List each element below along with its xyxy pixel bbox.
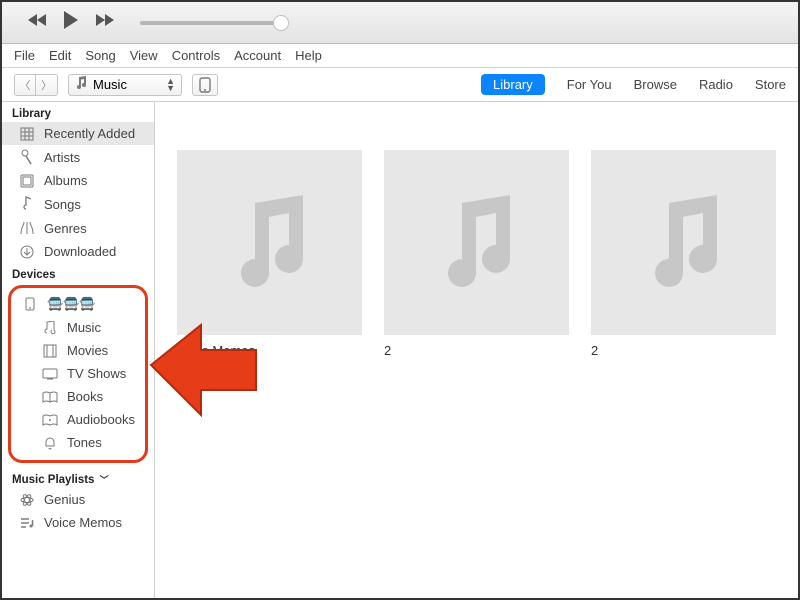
album-art-placeholder	[177, 150, 362, 335]
device-highlight: 🚍🚍🚍 Music Movies TV Shows Books Audioboo…	[8, 285, 148, 463]
film-icon	[41, 344, 59, 358]
tv-icon	[41, 368, 59, 380]
album-title: 2	[384, 343, 569, 358]
phone-icon	[199, 77, 211, 93]
sidebar: Library Recently Added Artists Albums So…	[2, 102, 155, 598]
tab-radio[interactable]: Radio	[699, 77, 733, 92]
sidebar-item-songs[interactable]: Songs	[2, 192, 154, 216]
album-card[interactable]: 2	[384, 150, 569, 550]
sidebar-item-label: Albums	[44, 173, 87, 188]
music-note-icon	[639, 193, 729, 293]
sidebar-section-library: Library	[2, 102, 154, 122]
content-area: Voice Memos 🚍 2 2	[155, 102, 798, 598]
playlist-genius[interactable]: Genius	[2, 488, 154, 511]
sidebar-item-label: Audiobooks	[67, 412, 135, 427]
sidebar-item-label: Recently Added	[44, 126, 135, 141]
menu-bar: File Edit Song View Controls Account Hel…	[2, 44, 798, 68]
device-name: 🚍🚍🚍	[47, 296, 96, 312]
toolbar-tabs: Library For You Browse Radio Store	[481, 74, 786, 95]
album-card[interactable]: Voice Memos 🚍	[177, 150, 362, 550]
device-button[interactable]	[192, 74, 218, 96]
audiobook-icon	[41, 414, 59, 426]
music-note-icon	[432, 193, 522, 293]
menu-view[interactable]: View	[130, 48, 158, 63]
device-item-movies[interactable]: Movies	[11, 339, 145, 362]
sidebar-section-playlists[interactable]: Music Playlists ﹀	[2, 467, 154, 488]
guitar-icon	[18, 220, 36, 236]
sidebar-item-downloaded[interactable]: Downloaded	[2, 240, 154, 263]
sidebar-item-recently-added[interactable]: Recently Added	[2, 122, 154, 145]
music-note-icon	[75, 76, 87, 93]
album-artist: 🚍	[177, 358, 362, 372]
play-icon[interactable]	[62, 10, 80, 35]
menu-file[interactable]: File	[14, 48, 35, 63]
grid-icon	[18, 127, 36, 141]
note-icon	[18, 196, 36, 212]
album-icon	[18, 174, 36, 188]
tab-for-you[interactable]: For You	[567, 77, 612, 92]
device-item-tones[interactable]: Tones	[11, 431, 145, 454]
volume-slider[interactable]	[140, 21, 281, 25]
menu-help[interactable]: Help	[295, 48, 322, 63]
album-title: 2	[591, 343, 776, 358]
device-item-tvshows[interactable]: TV Shows	[11, 362, 145, 385]
volume-knob[interactable]	[273, 15, 289, 31]
playlist-voice-memos[interactable]: Voice Memos	[2, 511, 154, 534]
device-item-books[interactable]: Books	[11, 385, 145, 408]
sidebar-item-label: Books	[67, 389, 103, 404]
sidebar-item-label: Music	[67, 320, 101, 335]
menu-song[interactable]: Song	[85, 48, 115, 63]
chevron-down-icon: ﹀	[100, 475, 109, 485]
sidebar-item-label: Genius	[44, 492, 85, 507]
sidebar-item-label: TV Shows	[67, 366, 126, 381]
album-art-placeholder	[384, 150, 569, 335]
sidebar-item-label: Voice Memos	[44, 515, 122, 530]
book-icon	[41, 391, 59, 403]
bell-icon	[41, 436, 59, 450]
sidebar-section-devices: Devices	[2, 263, 154, 283]
sidebar-item-label: Downloaded	[44, 244, 116, 259]
atom-icon	[18, 493, 36, 507]
device-item-music[interactable]: Music	[11, 316, 145, 339]
playback-controls	[28, 10, 114, 35]
previous-track-icon[interactable]	[28, 13, 48, 32]
nav-forward-button[interactable]: 〉	[36, 74, 58, 96]
menu-edit[interactable]: Edit	[49, 48, 71, 63]
device-item-audiobooks[interactable]: Audiobooks	[11, 408, 145, 431]
download-icon	[18, 245, 36, 259]
phone-icon	[21, 297, 39, 311]
sidebar-device-row[interactable]: 🚍🚍🚍	[11, 292, 145, 316]
sidebar-item-albums[interactable]: Albums	[2, 169, 154, 192]
sidebar-item-label: Movies	[67, 343, 108, 358]
album-title: Voice Memos	[177, 343, 362, 358]
tab-store[interactable]: Store	[755, 77, 786, 92]
music-note-icon	[225, 193, 315, 293]
album-art-placeholder	[591, 150, 776, 335]
menu-account[interactable]: Account	[234, 48, 281, 63]
menu-controls[interactable]: Controls	[172, 48, 220, 63]
media-type-label: Music	[93, 77, 127, 92]
tab-browse[interactable]: Browse	[634, 77, 677, 92]
sidebar-item-genres[interactable]: Genres	[2, 216, 154, 240]
tab-library[interactable]: Library	[481, 74, 545, 95]
playback-bar	[2, 2, 798, 44]
next-track-icon[interactable]	[94, 13, 114, 32]
media-type-select[interactable]: Music ▲▼	[68, 74, 182, 96]
sidebar-item-label: Songs	[44, 197, 81, 212]
sidebar-item-label: Artists	[44, 150, 80, 165]
select-arrows-icon: ▲▼	[166, 78, 175, 92]
sidebar-item-label: Genres	[44, 221, 87, 236]
nav-back-button[interactable]: 〈	[14, 74, 36, 96]
mic-icon	[18, 149, 36, 165]
toolbar: 〈 〉 Music ▲▼ Library For You Browse Radi…	[2, 68, 798, 102]
playlist-icon	[18, 517, 36, 529]
sidebar-item-artists[interactable]: Artists	[2, 145, 154, 169]
album-card[interactable]: 2	[591, 150, 776, 550]
sidebar-item-label: Tones	[67, 435, 102, 450]
note-icon	[41, 321, 59, 335]
